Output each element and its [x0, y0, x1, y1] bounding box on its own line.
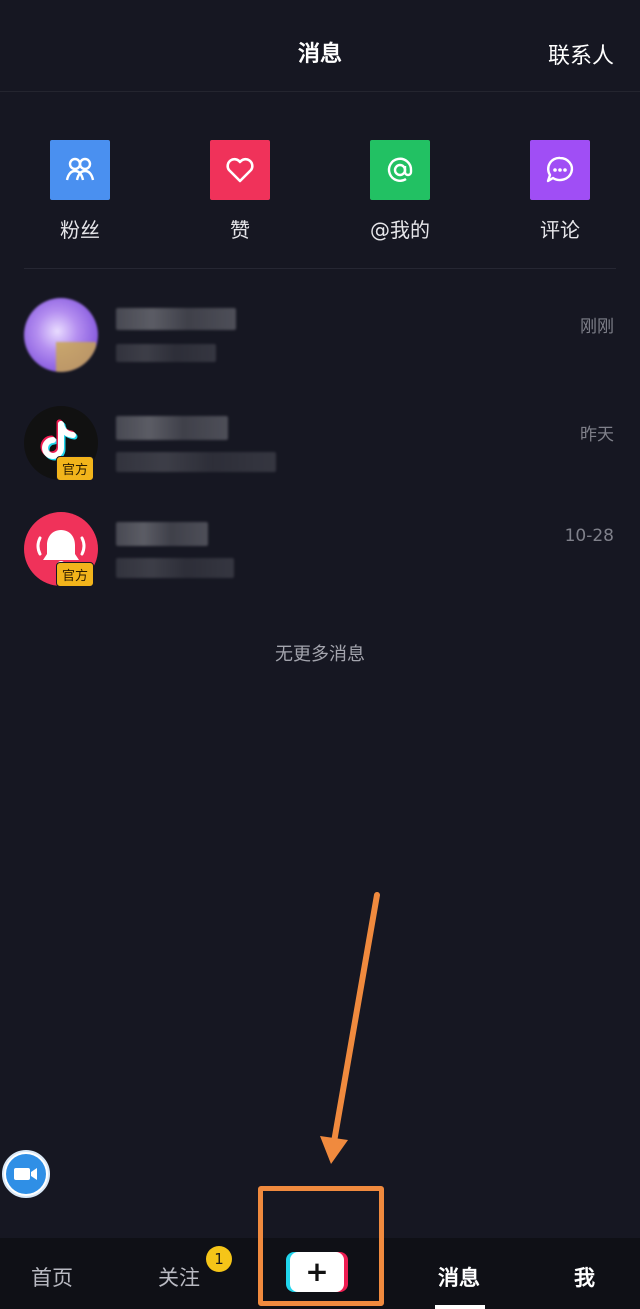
contacts-button[interactable]: 联系人: [548, 38, 614, 70]
category-likes[interactable]: 赞: [180, 140, 300, 250]
category-label: @我的: [370, 218, 430, 242]
no-more-messages-text: 无更多消息: [275, 644, 365, 665]
annotation-highlight-box: [258, 1186, 384, 1306]
message-time: 刚刚: [580, 317, 614, 337]
page-title: 消息: [297, 42, 342, 67]
message-time: 10-28: [564, 526, 614, 546]
nav-me[interactable]: 我: [574, 1262, 595, 1292]
message-item[interactable]: 官方 10-28: [0, 512, 640, 612]
sender-name-blurred: [116, 416, 228, 440]
category-comments[interactable]: 评论: [500, 140, 620, 250]
category-label: 粉丝: [60, 218, 100, 242]
at-icon: [370, 140, 430, 200]
sender-name-blurred: [116, 308, 236, 330]
header: 消息 联系人: [0, 0, 640, 92]
official-badge: 官方: [56, 456, 95, 481]
fans-icon: [50, 140, 110, 200]
sender-name-blurred: [116, 522, 208, 546]
message-item[interactable]: 官方 昨天: [0, 406, 640, 506]
official-badge: 官方: [56, 562, 95, 587]
nav-follow[interactable]: 关注: [158, 1262, 200, 1292]
follow-count-badge: 1: [206, 1246, 232, 1272]
message-preview-blurred: [116, 452, 276, 472]
category-label: 赞: [230, 218, 250, 242]
active-tab-indicator: [435, 1305, 485, 1309]
category-row: 粉丝 赞 @我的 评论: [0, 140, 640, 250]
category-label: 评论: [540, 218, 580, 242]
comment-icon: [530, 140, 590, 200]
category-fans[interactable]: 粉丝: [20, 140, 140, 250]
nav-home[interactable]: 首页: [31, 1262, 73, 1292]
message-preview-blurred: [116, 344, 216, 362]
nav-messages[interactable]: 消息: [438, 1262, 480, 1292]
avatar: [24, 298, 98, 372]
divider: [24, 268, 616, 269]
video-camera-icon: [6, 1154, 46, 1194]
video-call-button[interactable]: [2, 1150, 50, 1198]
heart-icon: [210, 140, 270, 200]
message-preview-blurred: [116, 558, 234, 578]
category-mentions[interactable]: @我的: [340, 140, 460, 250]
message-item[interactable]: 刚刚: [0, 298, 640, 398]
message-time: 昨天: [580, 425, 614, 445]
